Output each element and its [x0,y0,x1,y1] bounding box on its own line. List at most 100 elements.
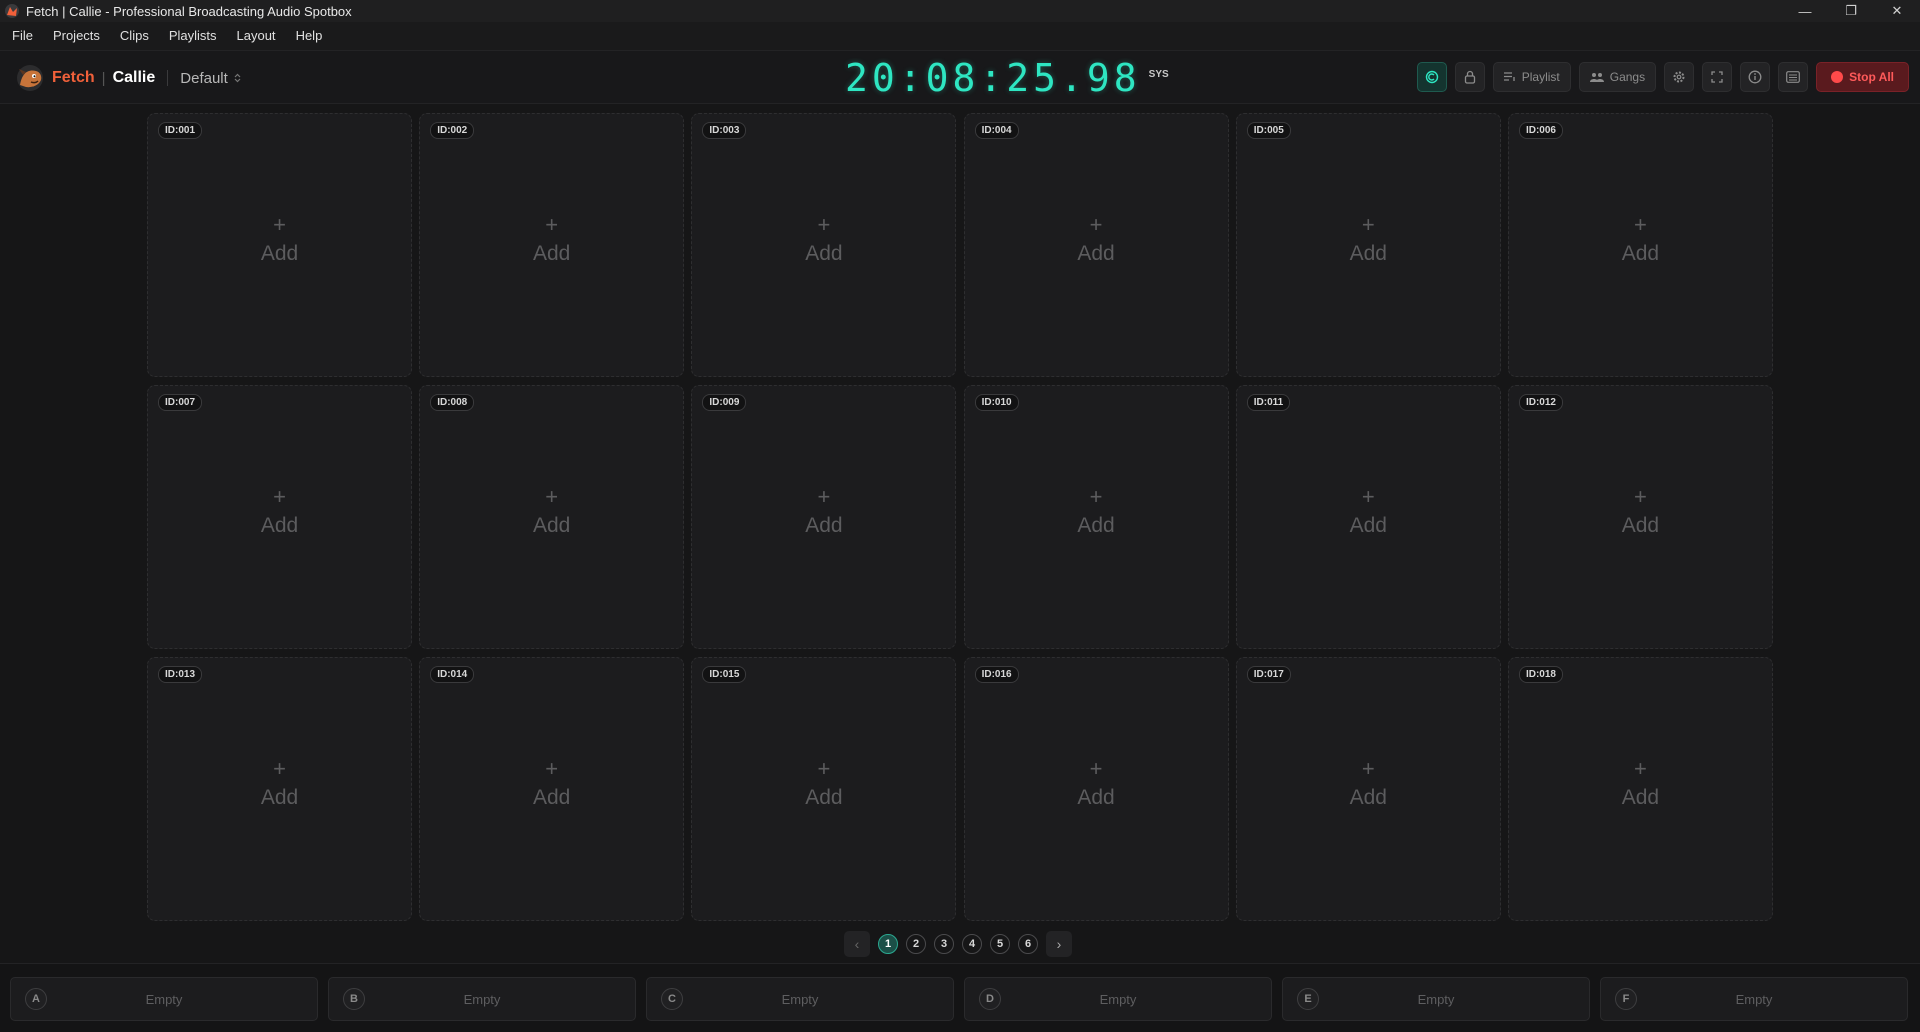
plus-icon: + [1634,212,1647,237]
add-clip-button[interactable]: + Add [965,214,1228,266]
add-label: Add [805,786,843,809]
page-2-button[interactable]: 2 [906,934,926,954]
page-3-button[interactable]: 3 [934,934,954,954]
menu-playlists[interactable]: Playlists [159,22,227,50]
page-5-button[interactable]: 5 [990,934,1010,954]
lock-button[interactable] [1454,62,1485,92]
add-label: Add [1077,514,1115,537]
slot-id-badge: ID:018 [1518,666,1563,683]
clip-slot[interactable]: ID:001 + Add [147,113,412,377]
player-lane-e[interactable]: Empty E [1282,977,1590,1021]
clip-slot[interactable]: ID:018 + Add [1507,657,1773,921]
add-clip-button[interactable]: + Add [148,214,411,266]
page-1-button[interactable]: 1 [878,934,898,954]
add-clip-button[interactable]: + Add [148,758,411,810]
clip-slot[interactable]: ID:009 + Add [691,385,957,649]
add-label: Add [805,242,843,265]
add-clip-button[interactable]: + Add [148,486,411,538]
plus-icon: + [1361,212,1375,237]
add-clip-button[interactable]: + Add [1509,758,1772,810]
menu-help[interactable]: Help [286,22,333,50]
add-label: Add [260,242,299,265]
plus-icon: + [545,484,559,509]
player-lanes: Empty A Empty B Empty C Empty D Empty E Empty F [10,977,1908,1021]
add-clip-button[interactable]: + Add [1237,486,1500,538]
clip-slot[interactable]: ID:017 + Add [1235,657,1501,921]
add-clip-button[interactable]: + Add [420,214,683,266]
slot-id-badge: ID:007 [158,394,203,411]
close-button[interactable]: ✕ [1874,0,1920,22]
add-clip-button[interactable]: + Add [1509,214,1772,266]
add-clip-button[interactable]: + Add [692,486,955,538]
menu-clips[interactable]: Clips [110,22,159,50]
add-clip-button[interactable]: + Add [692,214,955,266]
add-label: Add [260,514,299,537]
add-label: Add [1349,242,1387,265]
log-panel-button[interactable] [1778,62,1809,92]
menu-projects[interactable]: Projects [43,22,110,50]
clip-slot[interactable]: ID:014 + Add [419,657,685,921]
clip-slot[interactable]: ID:010 + Add [963,385,1229,649]
playlist-button[interactable]: Playlist [1492,62,1571,92]
stop-icon [1831,71,1844,83]
add-clip-button[interactable]: + Add [1237,758,1500,810]
stop-all-button[interactable]: Stop All [1816,62,1909,92]
menu-file[interactable]: File [2,22,43,50]
lane-status: Empty [463,992,501,1007]
brand-separator: | [101,69,106,87]
clip-slot[interactable]: ID:013 + Add [147,657,412,921]
settings-button[interactable] [1664,62,1695,92]
info-button[interactable] [1740,62,1771,92]
gear-icon [1673,71,1685,83]
add-label: Add [1349,514,1387,537]
clip-grid: ID:001 + Add ID:002 + Add ID:003 + Add ID:004 + Add… [147,113,1773,921]
sync-toggle-button[interactable] [1416,62,1447,92]
clip-slot[interactable]: ID:016 + Add [963,657,1229,921]
next-page-button[interactable]: › [1046,931,1072,957]
page-6-button[interactable]: 6 [1018,934,1038,954]
player-lane-b[interactable]: Empty B [328,977,636,1021]
clip-slot[interactable]: ID:007 + Add [147,385,412,649]
clip-slot[interactable]: ID:005 + Add [1235,113,1501,377]
player-lane-a[interactable]: Empty A [10,977,318,1021]
prev-page-button[interactable]: ‹ [844,931,870,957]
add-clip-button[interactable]: + Add [1237,214,1500,266]
player-lane-d[interactable]: Empty D [964,977,1272,1021]
lane-letter-badge: F [1615,988,1637,1010]
slot-id-badge: ID:013 [158,666,203,683]
window-controls: — ❐ ✕ [1782,0,1920,22]
player-lane-c[interactable]: Empty C [646,977,954,1021]
page-4-button[interactable]: 4 [962,934,982,954]
clip-slot[interactable]: ID:008 + Add [419,385,685,649]
clip-slot[interactable]: ID:004 + Add [963,113,1229,377]
plus-icon: + [1089,756,1103,781]
minimize-button[interactable]: — [1782,0,1828,22]
restore-button[interactable]: ❐ [1828,0,1874,22]
clip-slot[interactable]: ID:002 + Add [419,113,685,377]
clip-slot[interactable]: ID:003 + Add [691,113,957,377]
add-clip-button[interactable]: + Add [420,758,683,810]
plus-icon: + [817,756,831,781]
add-clip-button[interactable]: + Add [1509,486,1772,538]
add-clip-button[interactable]: + Add [692,758,955,810]
system-clock: 20:08:25.98 SYS [845,56,1169,100]
add-clip-button[interactable]: + Add [965,486,1228,538]
brand-fetch: Fetch [52,69,95,86]
clip-slot[interactable]: ID:006 + Add [1507,113,1773,377]
playlist-label: Playlist [1521,70,1560,84]
add-label: Add [1349,786,1387,809]
add-clip-button[interactable]: + Add [965,758,1228,810]
player-lane-f[interactable]: Empty F [1600,977,1908,1021]
dog-logo-icon [17,65,43,91]
group-icon [1589,73,1604,82]
add-clip-button[interactable]: + Add [420,486,683,538]
info-icon [1748,70,1762,84]
clip-slot[interactable]: ID:011 + Add [1235,385,1501,649]
gangs-button[interactable]: Gangs [1578,62,1657,92]
clip-slot[interactable]: ID:012 + Add [1507,385,1773,649]
project-select[interactable]: Default [180,70,241,87]
plus-icon: + [1089,484,1103,509]
fullscreen-button[interactable] [1702,62,1733,92]
clip-slot[interactable]: ID:015 + Add [691,657,957,921]
menu-layout[interactable]: Layout [227,22,286,50]
